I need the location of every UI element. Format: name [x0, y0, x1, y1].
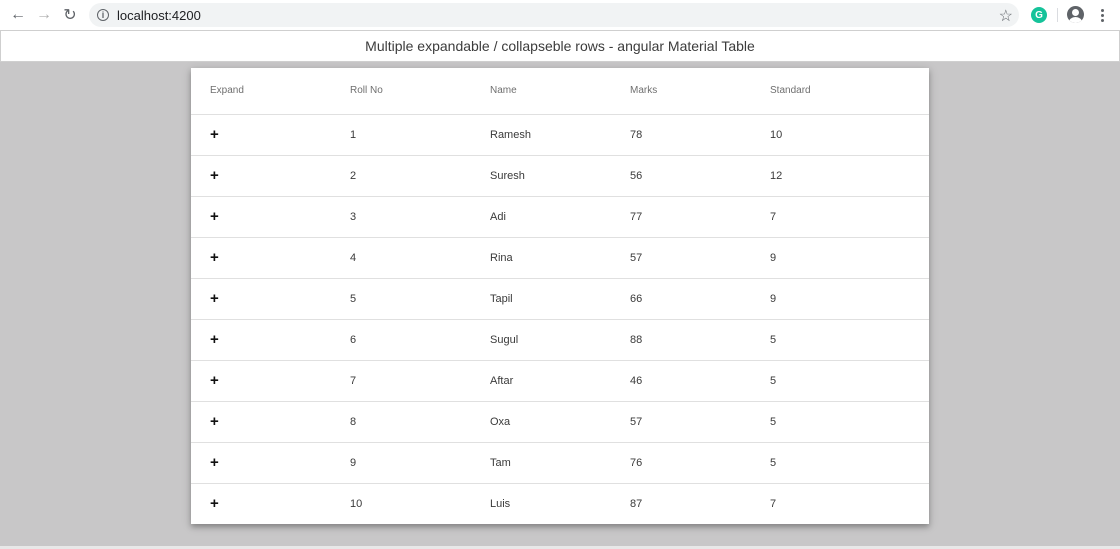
name-cell: Ramesh: [471, 114, 611, 156]
expand-cell[interactable]: +: [191, 278, 331, 320]
roll-cell: 5: [331, 278, 471, 320]
marks-cell: 57: [611, 237, 751, 279]
roll-cell: 8: [331, 401, 471, 443]
profile-avatar-icon[interactable]: [1067, 6, 1084, 23]
marks-cell: 87: [630, 497, 643, 510]
marks-cell: 78: [611, 114, 751, 156]
students-table-card: Expand Roll No Name Marks Standard + 1 R…: [191, 68, 929, 524]
roll-cell: 10: [350, 497, 363, 510]
marks-cell: 76: [611, 442, 751, 484]
table-row[interactable]: + 7 Aftar 46 5: [191, 360, 929, 402]
header-name: Name: [471, 68, 611, 115]
standard-cell: 5: [751, 401, 929, 443]
url-text[interactable]: localhost:4200: [117, 8, 201, 23]
marks-cell: 66: [611, 278, 751, 320]
header-marks: Marks: [611, 68, 751, 115]
roll-cell: 3: [331, 196, 471, 238]
name-cell: Tam: [471, 442, 611, 484]
expand-cell[interactable]: +: [191, 114, 331, 156]
page-title: Multiple expandable / collapseble rows -…: [0, 30, 1120, 62]
marks-cell: 46: [611, 360, 751, 402]
name-cell: Luis: [490, 497, 511, 510]
name-cell: Rina: [471, 237, 611, 279]
expand-plus-icon[interactable]: +: [210, 167, 219, 184]
standard-cell: 5: [751, 360, 929, 402]
marks-cell: 57: [611, 401, 751, 443]
standard-cell: 5: [751, 442, 929, 484]
table-row[interactable]: + 9 Tam 76 5: [191, 442, 929, 484]
standard-cell: 10: [751, 114, 929, 156]
expand-cell[interactable]: +: [191, 237, 331, 279]
marks-cell: 56: [611, 155, 751, 197]
expand-cell[interactable]: +: [191, 483, 331, 524]
expand-cell[interactable]: +: [191, 319, 331, 361]
reload-icon[interactable]: ↻: [60, 5, 80, 25]
table-row[interactable]: + 2 Suresh 56 12: [191, 155, 929, 197]
standard-cell: 5: [751, 319, 929, 361]
table-row[interactable]: + 1 Ramesh 78 10: [191, 114, 929, 156]
expand-cell[interactable]: +: [191, 401, 331, 443]
expand-plus-icon[interactable]: +: [210, 249, 219, 266]
standard-cell: 7: [770, 497, 777, 510]
name-cell: Sugul: [471, 319, 611, 361]
more-menu-icon[interactable]: [1097, 6, 1107, 24]
roll-cell: 2: [331, 155, 471, 197]
address-bar[interactable]: i localhost:4200 ☆: [89, 3, 1019, 27]
browser-toolbar: ← → ↻ i localhost:4200 ☆ G: [0, 0, 1120, 30]
expand-cell[interactable]: +: [191, 360, 331, 402]
table-row[interactable]: + 10 Luis 87 7: [191, 483, 929, 524]
expand-plus-icon[interactable]: +: [210, 208, 219, 225]
bookmark-star-icon[interactable]: ☆: [999, 6, 1013, 26]
expand-cell[interactable]: +: [191, 155, 331, 197]
forward-icon[interactable]: →: [34, 5, 54, 25]
marks-cell: 88: [611, 319, 751, 361]
info-icon[interactable]: i: [97, 9, 109, 21]
marks-cell: 77: [611, 196, 751, 238]
back-icon[interactable]: ←: [8, 5, 28, 25]
name-cell: Adi: [471, 196, 611, 238]
name-cell: Aftar: [471, 360, 611, 402]
roll-cell: 9: [331, 442, 471, 484]
expand-cell[interactable]: +: [191, 196, 331, 238]
expand-plus-icon[interactable]: +: [210, 495, 219, 512]
standard-cell: 9: [751, 278, 929, 320]
header-standard: Standard: [751, 68, 929, 115]
expand-plus-icon[interactable]: +: [210, 413, 219, 430]
name-cell: Oxa: [471, 401, 611, 443]
expand-cell[interactable]: +: [191, 442, 331, 484]
expand-plus-icon[interactable]: +: [210, 331, 219, 348]
roll-cell: 4: [331, 237, 471, 279]
table-header-row: Expand Roll No Name Marks Standard: [191, 68, 929, 115]
expand-plus-icon[interactable]: +: [210, 372, 219, 389]
expand-plus-icon[interactable]: +: [210, 290, 219, 307]
name-cell: Tapil: [471, 278, 611, 320]
toolbar-divider: [1057, 8, 1058, 22]
name-cell: Suresh: [471, 155, 611, 197]
table-row[interactable]: + 3 Adi 77 7: [191, 196, 929, 238]
standard-cell: 9: [751, 237, 929, 279]
table-row[interactable]: + 8 Oxa 57 5: [191, 401, 929, 443]
roll-cell: 7: [331, 360, 471, 402]
header-roll-no: Roll No: [331, 68, 471, 115]
grammarly-extension-icon[interactable]: G: [1031, 7, 1047, 23]
table-row[interactable]: + 6 Sugul 88 5: [191, 319, 929, 361]
roll-cell: 6: [331, 319, 471, 361]
table-row[interactable]: + 4 Rina 57 9: [191, 237, 929, 279]
expand-plus-icon[interactable]: +: [210, 454, 219, 471]
students-table: Expand Roll No Name Marks Standard + 1 R…: [191, 68, 929, 524]
roll-cell: 1: [331, 114, 471, 156]
table-row[interactable]: + 5 Tapil 66 9: [191, 278, 929, 320]
standard-cell: 12: [751, 155, 929, 197]
standard-cell: 7: [751, 196, 929, 238]
header-expand: Expand: [191, 68, 331, 115]
expand-plus-icon[interactable]: +: [210, 126, 219, 143]
